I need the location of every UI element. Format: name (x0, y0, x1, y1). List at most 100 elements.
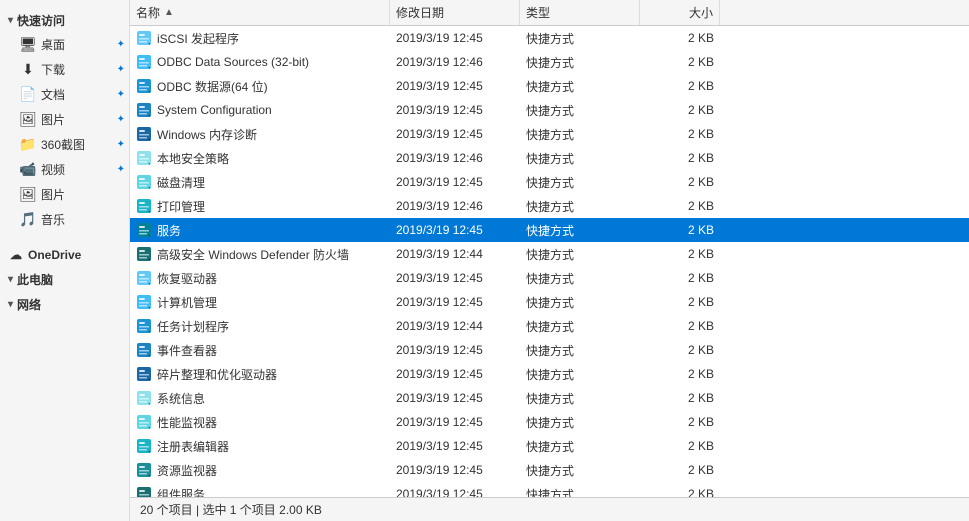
file-date: 2019/3/19 12:45 (390, 365, 520, 383)
table-row[interactable]: ODBC Data Sources (32-bit) 2019/3/19 12:… (130, 50, 969, 74)
sidebar-item-pictures[interactable]: 🖼 图片 ✦ (0, 108, 129, 131)
file-size: 2 KB (640, 317, 720, 335)
table-row[interactable]: Windows 内存诊断 2019/3/19 12:45 快捷方式 2 KB (130, 122, 969, 146)
file-name: 碎片整理和优化驱动器 (157, 366, 277, 383)
file-type: 快捷方式 (520, 244, 640, 265)
table-row[interactable]: 服务 2019/3/19 12:45 快捷方式 2 KB (130, 218, 969, 242)
file-size: 2 KB (640, 125, 720, 143)
col-date-label: 修改日期 (396, 4, 444, 21)
file-size: 2 KB (640, 77, 720, 95)
table-row[interactable]: System Configuration 2019/3/19 12:45 快捷方… (130, 98, 969, 122)
col-header-size[interactable]: 大小 (640, 0, 720, 25)
table-row[interactable]: iSCSI 发起程序 2019/3/19 12:45 快捷方式 2 KB (130, 26, 969, 50)
pictures-icon: 🖼 (20, 112, 36, 128)
table-row[interactable]: 事件查看器 2019/3/19 12:45 快捷方式 2 KB (130, 338, 969, 362)
sidebar-item-downloads[interactable]: ⬇ 下载 ✦ (0, 58, 129, 81)
downloads-icon: ⬇ (20, 62, 36, 78)
col-header-name[interactable]: 名称 ▲ (130, 0, 390, 25)
file-type: 快捷方式 (520, 388, 640, 409)
table-row[interactable]: 注册表编辑器 2019/3/19 12:45 快捷方式 2 KB (130, 434, 969, 458)
sidebar-item-thispc[interactable]: ▾ 此电脑 (0, 267, 129, 290)
file-type: 快捷方式 (520, 412, 640, 433)
file-size: 2 KB (640, 389, 720, 407)
file-date: 2019/3/19 12:46 (390, 53, 520, 71)
table-row[interactable]: 计算机管理 2019/3/19 12:45 快捷方式 2 KB (130, 290, 969, 314)
file-type: 快捷方式 (520, 172, 640, 193)
desktop-icon: 🖥 (20, 37, 36, 53)
sidebar-item-360capture[interactable]: 📁 360截图 ✦ (0, 133, 129, 156)
file-icon (136, 246, 152, 262)
file-size: 2 KB (640, 269, 720, 287)
file-type: 快捷方式 (520, 436, 640, 457)
sidebar-item-desktop[interactable]: 🖥 桌面 ✦ (0, 33, 129, 56)
file-name: 性能监视器 (157, 414, 217, 431)
file-size: 2 KB (640, 101, 720, 119)
file-icon (136, 486, 152, 497)
file-icon (136, 126, 152, 142)
file-size: 2 KB (640, 365, 720, 383)
file-icon (136, 198, 152, 214)
col-header-date[interactable]: 修改日期 (390, 0, 520, 25)
table-row[interactable]: 性能监视器 2019/3/19 12:45 快捷方式 2 KB (130, 410, 969, 434)
col-name-label: 名称 (136, 4, 160, 21)
table-row[interactable]: 打印管理 2019/3/19 12:46 快捷方式 2 KB (130, 194, 969, 218)
sidebar-item-onedrive[interactable]: ☁ OneDrive (0, 243, 129, 265)
table-row[interactable]: 资源监视器 2019/3/19 12:45 快捷方式 2 KB (130, 458, 969, 482)
sidebar-section-quick-access[interactable]: ▾ 快速访问 (0, 8, 129, 31)
file-name: 服务 (157, 222, 181, 239)
music-icon: 🎵 (20, 212, 36, 228)
file-size: 2 KB (640, 197, 720, 215)
pin-icon-vid: ✦ (117, 164, 125, 175)
file-name: 注册表编辑器 (157, 438, 229, 455)
file-type: 快捷方式 (520, 292, 640, 313)
onedrive-icon: ☁ (8, 247, 24, 263)
file-size: 2 KB (640, 149, 720, 167)
table-row[interactable]: 系统信息 2019/3/19 12:45 快捷方式 2 KB (130, 386, 969, 410)
sidebar-item-documents[interactable]: 📄 文档 ✦ (0, 83, 129, 106)
file-icon (136, 222, 152, 238)
table-row[interactable]: 任务计划程序 2019/3/19 12:44 快捷方式 2 KB (130, 314, 969, 338)
table-row[interactable]: 本地安全策略 2019/3/19 12:46 快捷方式 2 KB (130, 146, 969, 170)
file-name: 高级安全 Windows Defender 防火墙 (157, 246, 349, 263)
file-size: 2 KB (640, 437, 720, 455)
sidebar-item-music[interactable]: 🎵 音乐 (0, 208, 129, 231)
file-icon (136, 30, 152, 46)
table-row[interactable]: 碎片整理和优化驱动器 2019/3/19 12:45 快捷方式 2 KB (130, 362, 969, 386)
file-icon (136, 270, 152, 286)
table-row[interactable]: ODBC 数据源(64 位) 2019/3/19 12:45 快捷方式 2 KB (130, 74, 969, 98)
file-name: 恢复驱动器 (157, 270, 217, 287)
file-date: 2019/3/19 12:45 (390, 413, 520, 431)
file-date: 2019/3/19 12:46 (390, 197, 520, 215)
table-row[interactable]: 磁盘清理 2019/3/19 12:45 快捷方式 2 KB (130, 170, 969, 194)
table-row[interactable]: 组件服务 2019/3/19 12:45 快捷方式 2 KB (130, 482, 969, 497)
col-type-label: 类型 (526, 4, 550, 21)
file-type: 快捷方式 (520, 124, 640, 145)
file-list: iSCSI 发起程序 2019/3/19 12:45 快捷方式 2 KB ODB… (130, 26, 969, 497)
file-name: 系统信息 (157, 390, 205, 407)
thispc-arrow: ▾ (8, 274, 13, 285)
file-type: 快捷方式 (520, 340, 640, 361)
file-size: 2 KB (640, 485, 720, 497)
sidebar-item-images2[interactable]: 🖼 图片 (0, 183, 129, 206)
file-icon (136, 462, 152, 478)
file-name: 磁盘清理 (157, 174, 205, 191)
onedrive-label: OneDrive (28, 248, 81, 262)
table-row[interactable]: 高级安全 Windows Defender 防火墙 2019/3/19 12:4… (130, 242, 969, 266)
file-name: 事件查看器 (157, 342, 217, 359)
col-header-type[interactable]: 类型 (520, 0, 640, 25)
main-content: 名称 ▲ 修改日期 类型 大小 (130, 0, 969, 521)
pin-icon-cap: ✦ (117, 139, 125, 150)
file-size: 2 KB (640, 413, 720, 431)
file-name: Windows 内存诊断 (157, 126, 257, 143)
file-size: 2 KB (640, 461, 720, 479)
file-icon (136, 366, 152, 382)
downloads-label: 下载 (41, 61, 65, 78)
table-row[interactable]: 恢复驱动器 2019/3/19 12:45 快捷方式 2 KB (130, 266, 969, 290)
sort-arrow: ▲ (164, 7, 174, 18)
file-date: 2019/3/19 12:44 (390, 245, 520, 263)
network-arrow: ▾ (8, 299, 13, 310)
capture-label: 360截图 (41, 136, 85, 153)
sidebar-item-videos[interactable]: 📹 视频 ✦ (0, 158, 129, 181)
sidebar-item-network[interactable]: ▾ 网络 (0, 292, 129, 315)
pin-icon-doc: ✦ (117, 89, 125, 100)
